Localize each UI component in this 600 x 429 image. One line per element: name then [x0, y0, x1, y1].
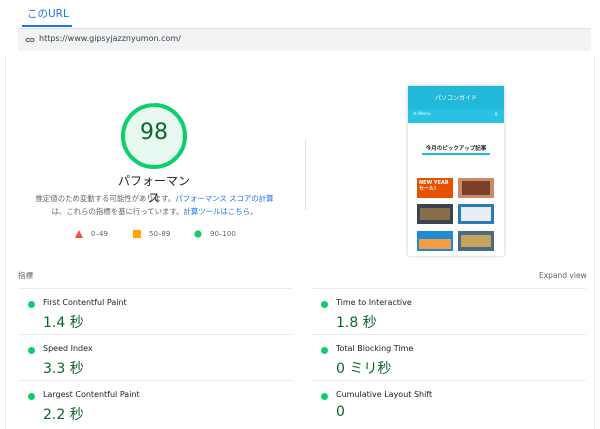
metric-fcp: First Contentful Paint 1.4 秒 — [18, 288, 293, 334]
calculator-link[interactable]: 計算ツールはこちら — [184, 207, 251, 216]
pass-circle-icon — [28, 301, 35, 308]
thumbnail-text: NEW YEAR セール! — [419, 180, 449, 192]
description-prefix: 推定値のため変動する可能性があります。 — [35, 194, 176, 203]
article-thumbnail — [417, 231, 453, 251]
site-nav: ≡ Menu ⚲ — [408, 109, 504, 123]
tab-this-url[interactable]: このURL — [27, 6, 69, 21]
pickup-title: 今月のピックアップ記事 — [425, 146, 487, 152]
article-thumbnail: NEW YEAR セール! — [417, 178, 453, 198]
analyzed-url: https://www.gipsyjazznyumon.com/ — [39, 34, 181, 43]
pass-circle-icon — [321, 393, 328, 400]
metric-name: First Contentful Paint — [43, 298, 127, 307]
legend-range: 50–89 — [149, 230, 171, 238]
legend-fail: 0–49 — [75, 229, 125, 241]
description-suffix: 。 — [250, 207, 258, 216]
metric-value: 2.2 秒 — [43, 407, 84, 423]
article-thumbnail — [417, 204, 453, 224]
article-thumbnail — [458, 204, 494, 224]
link-icon — [25, 38, 35, 42]
url-bar: https://www.gipsyjazznyumon.com/ — [18, 28, 591, 51]
metric-value: 3.3 秒 — [43, 361, 84, 377]
pass-circle-icon — [321, 301, 328, 308]
article-thumbnail — [458, 231, 494, 251]
expand-view-button[interactable]: Expand view — [539, 271, 587, 280]
triangle-icon — [75, 230, 83, 238]
pass-circle-icon — [321, 347, 328, 354]
metric-tti: Time to Interactive 1.8 秒 — [311, 288, 586, 334]
page-screenshot-preview: パソコンガイド ≡ Menu ⚲ 今月のピックアップ記事 NEW YEAR セー… — [408, 86, 504, 256]
metric-name: Time to Interactive — [336, 298, 412, 307]
performance-score: 98 — [140, 120, 168, 145]
metric-name: Cumulative Layout Shift — [336, 390, 433, 399]
legend-pass: 90–100 — [194, 229, 254, 241]
metric-cls: Cumulative Layout Shift 0 — [311, 380, 586, 426]
score-calculation-link[interactable]: パフォーマンス スコアの計算 — [175, 194, 273, 203]
legend-range: 0–49 — [91, 230, 108, 238]
metric-name: Total Blocking Time — [336, 344, 414, 353]
metric-name: Speed Index — [43, 344, 93, 353]
legend-range: 90–100 — [210, 230, 236, 238]
metric-name: Largest Contentful Paint — [43, 390, 140, 399]
vertical-divider — [305, 140, 306, 210]
metric-value: 0 — [336, 404, 345, 420]
site-header: パソコンガイド — [408, 86, 504, 109]
metric-speed-index: Speed Index 3.3 秒 — [18, 334, 293, 380]
metric-value: 1.8 秒 — [336, 315, 377, 331]
pass-circle-icon — [28, 393, 35, 400]
pickup-underline — [422, 153, 490, 155]
description-middle: は、これらの指標を基に行っています。 — [51, 207, 184, 216]
score-description: 推定値のため変動する可能性があります。パフォーマンス スコアの計算は、これらの指… — [22, 192, 287, 218]
circle-icon — [194, 230, 202, 238]
article-thumbnail — [458, 178, 494, 198]
square-icon — [133, 230, 141, 238]
site-title: パソコンガイド — [434, 95, 477, 102]
performance-gauge: 98 — [118, 100, 190, 172]
tab-bar: このURL — [0, 0, 600, 27]
site-menu: ≡ Menu — [413, 112, 431, 117]
search-icon: ⚲ — [494, 112, 498, 118]
metrics-label: 指標 — [18, 271, 33, 280]
pass-circle-icon — [28, 347, 35, 354]
metric-value: 0 ミリ秒 — [336, 361, 392, 377]
metric-value: 1.4 秒 — [43, 315, 84, 331]
metric-tbt: Total Blocking Time 0 ミリ秒 — [311, 334, 586, 380]
legend-average: 50–89 — [133, 229, 183, 241]
metric-lcp: Largest Contentful Paint 2.2 秒 — [18, 380, 293, 426]
active-tab-indicator — [22, 25, 72, 27]
